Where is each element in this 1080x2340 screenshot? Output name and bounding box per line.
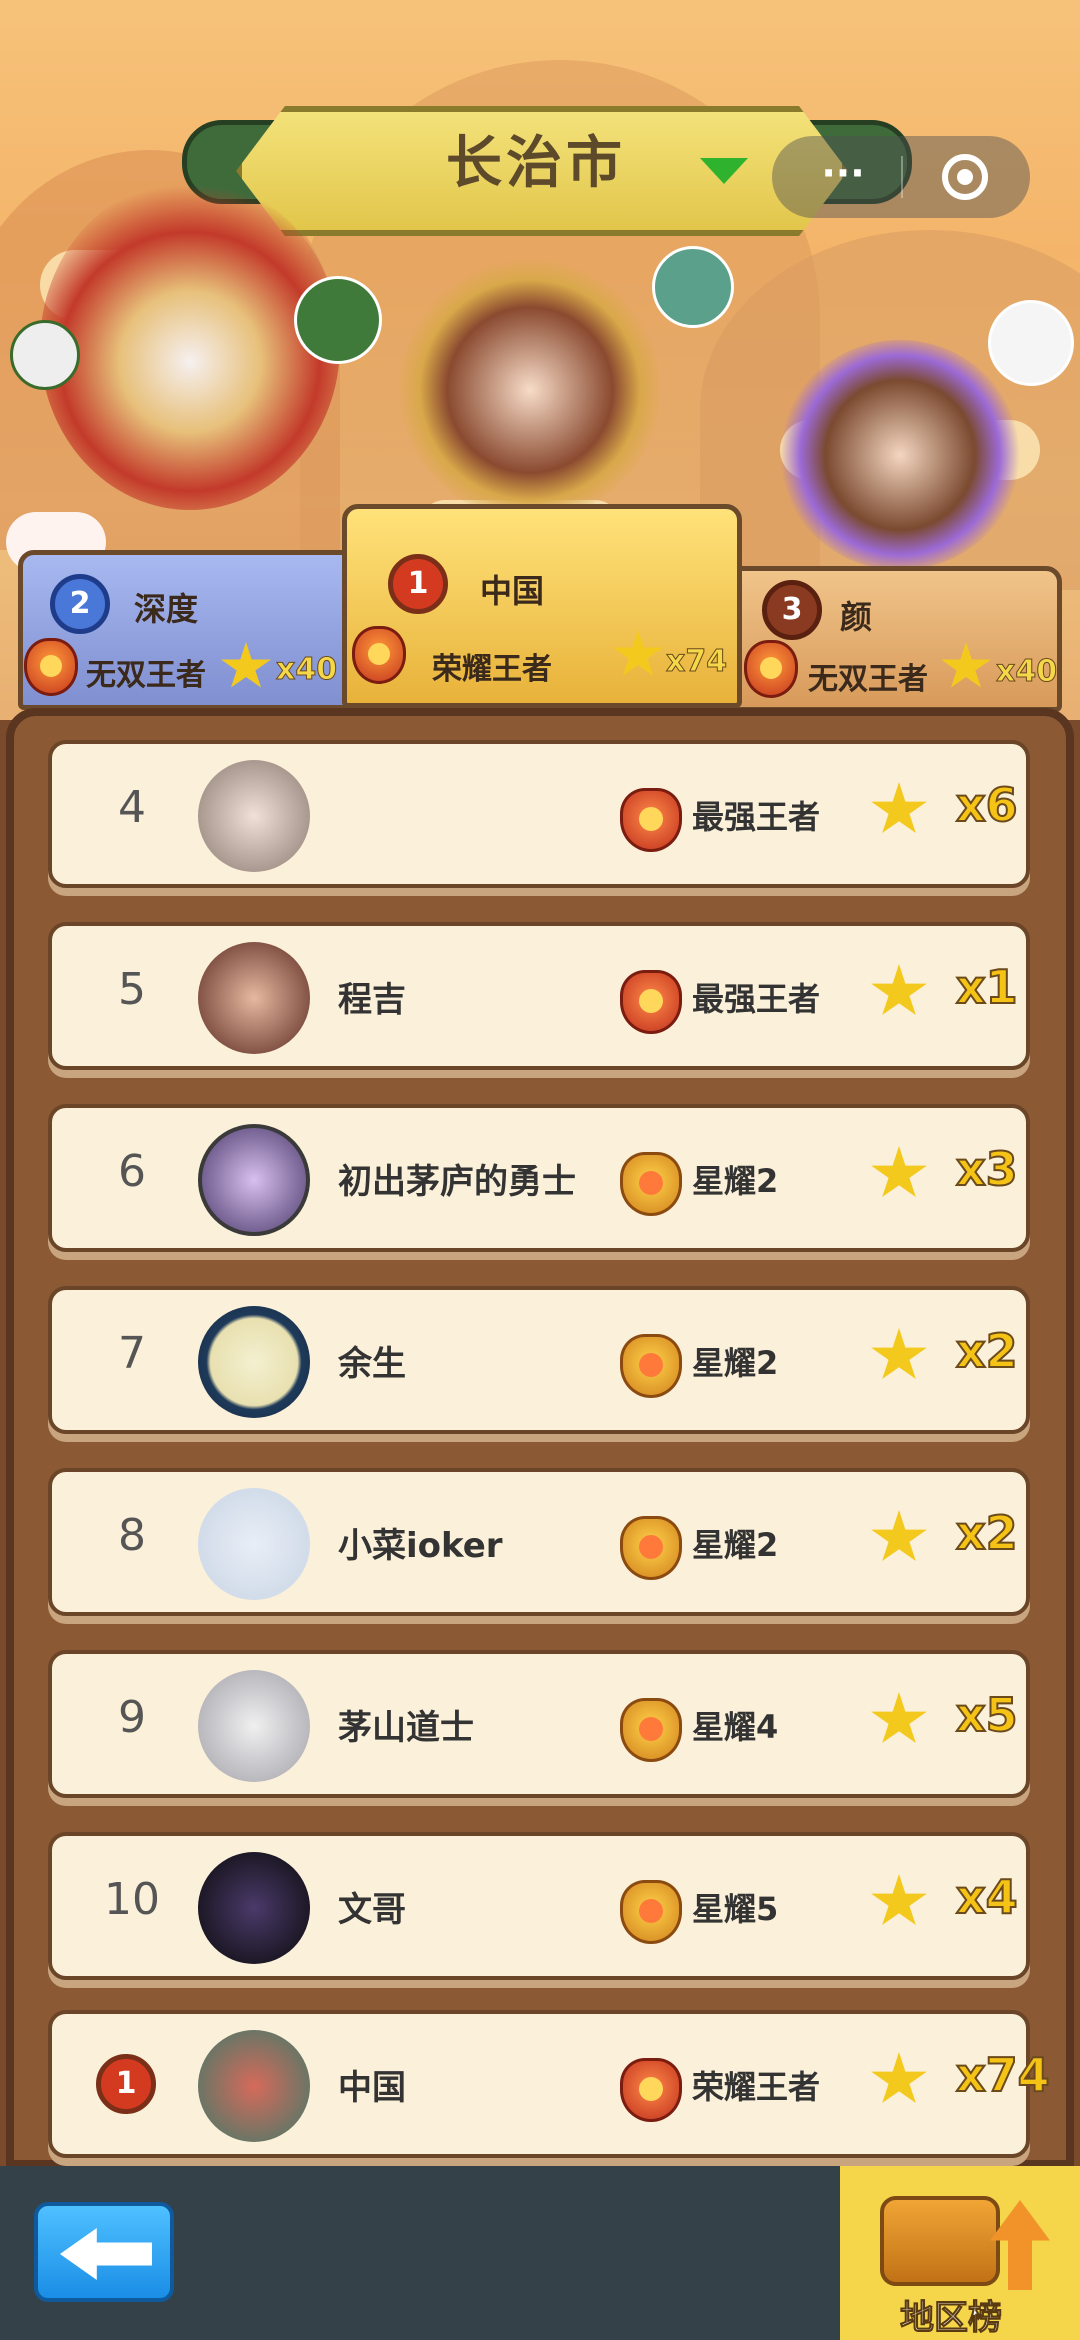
avatar: [198, 1124, 310, 1236]
rank-number: 7: [118, 1328, 146, 1379]
tier-label: 最强王者: [692, 798, 821, 836]
rank-badge-icon: [620, 2058, 682, 2122]
tier-label: 星耀4: [692, 1708, 779, 1746]
avatar: [198, 942, 310, 1054]
rank-badge-icon: [620, 788, 682, 852]
rank-badge-icon: [620, 1152, 682, 1216]
rank-badge-icon: [24, 638, 78, 696]
region-leaderboard-label: 地区榜: [900, 2298, 1003, 2339]
rank-row[interactable]: 8 小菜ioker 星耀2 x2: [48, 1468, 1030, 1616]
star-count: x1: [955, 959, 1019, 1015]
rank-number: 9: [118, 1692, 146, 1743]
player-name: 中国: [338, 2068, 406, 2108]
avatar: [198, 1306, 310, 1418]
star-icon: [871, 1874, 927, 1925]
rank-number: 5: [118, 964, 146, 1015]
star-icon: [871, 782, 927, 833]
podium-2-count: x40: [275, 652, 338, 688]
panda-icon: [10, 320, 80, 390]
star-count: x6: [955, 777, 1019, 833]
star-icon: [871, 1692, 927, 1743]
podium-1-count: x74: [665, 644, 728, 680]
podium-2-name: 深度: [134, 590, 199, 628]
podium-2-tier: 无双王者: [86, 658, 206, 693]
star-icon: [871, 1510, 927, 1561]
hero-rank-2: [40, 180, 340, 510]
hero-rank-3: [780, 340, 1020, 570]
my-rank-row[interactable]: 1 中国 荣耀王者 x74: [48, 2010, 1051, 2158]
player-name: 文哥: [338, 1890, 406, 1930]
rank-badge-icon: [744, 640, 798, 698]
rank-1-medal: 1: [96, 2054, 156, 2114]
tier-label: 星耀2: [692, 1162, 779, 1200]
rank-number: 8: [118, 1510, 146, 1561]
back-button[interactable]: [34, 2202, 174, 2302]
rank-number: 6: [118, 1146, 146, 1197]
tier-label: 星耀5: [692, 1890, 779, 1928]
avatar: [198, 760, 310, 872]
rank-row[interactable]: 5 程吉 最强王者 x1: [48, 922, 1030, 1070]
avatar: [198, 1488, 310, 1600]
hero-rank-1: [400, 260, 660, 520]
avatar: [198, 1852, 310, 1964]
player-name: 余生: [338, 1344, 406, 1384]
star-icon: [871, 964, 927, 1015]
miniprogram-capsule: ···: [772, 136, 1030, 218]
avatar: [198, 2030, 310, 2142]
rank-badge-icon: [620, 1698, 682, 1762]
avatar-rank-1[interactable]: [652, 246, 734, 328]
tier-label: 荣耀王者: [692, 2068, 821, 2106]
star-icon: [871, 1328, 927, 1379]
player-name: 程吉: [338, 980, 406, 1020]
rank-number: 4: [118, 782, 146, 833]
player-name: 初出茅庐的勇士: [338, 1162, 576, 1202]
tier-label: 星耀2: [692, 1526, 779, 1564]
podium-3-count: x40: [995, 654, 1058, 690]
rank-row[interactable]: 7 余生 星耀2 x2: [48, 1286, 1030, 1434]
star-count: x2: [955, 1505, 1019, 1561]
rank-number: 10: [104, 1874, 160, 1925]
region-leaderboard-button[interactable]: 地区榜: [840, 2166, 1080, 2340]
close-miniprogram-icon[interactable]: [942, 154, 988, 200]
star-count: x2: [955, 1323, 1019, 1379]
tier-label: 最强王者: [692, 980, 821, 1018]
dropdown-arrow-icon[interactable]: [700, 158, 748, 184]
podium-3-tier: 无双王者: [808, 662, 928, 697]
podium-3-name: 颜: [840, 598, 873, 636]
star-count: x3: [955, 1141, 1019, 1197]
star-count: x4: [955, 1869, 1019, 1925]
rank-row[interactable]: 6 初出茅庐的勇士 星耀2 x3: [48, 1104, 1030, 1252]
avatar: [198, 1670, 310, 1782]
player-name: 小菜ioker: [338, 1526, 503, 1566]
rank-badge-icon: [620, 1334, 682, 1398]
rank-3-medal: 3: [762, 580, 822, 640]
rank-row[interactable]: 9 茅山道士 星耀4 x5: [48, 1650, 1030, 1798]
rank-2-medal: 2: [50, 574, 110, 634]
capsule-divider: [901, 156, 903, 198]
star-icon: [871, 2052, 927, 2103]
star-icon: [871, 1146, 927, 1197]
more-icon[interactable]: ···: [808, 154, 878, 200]
bottom-bar: 地区榜: [0, 2166, 1080, 2340]
avatar-rank-3[interactable]: [988, 300, 1074, 386]
rank-row[interactable]: 10 文哥 星耀5 x4: [48, 1832, 1030, 1980]
tier-label: 星耀2: [692, 1344, 779, 1382]
star-count: x5: [955, 1687, 1019, 1743]
rank-row[interactable]: 4 最强王者 x6: [48, 740, 1030, 888]
podium-1-name: 中国: [480, 572, 545, 610]
rank-badge-icon: [620, 970, 682, 1034]
rank-badge-icon: [620, 1880, 682, 1944]
star-count: x74: [955, 2047, 1051, 2103]
rank-badge-icon: [620, 1516, 682, 1580]
podium-1-tier: 荣耀王者: [432, 652, 552, 687]
treasure-chest-icon: [880, 2196, 1000, 2286]
rank-1-medal: 1: [388, 554, 448, 614]
rank-badge-icon: [352, 626, 406, 684]
back-arrow-icon: [60, 2228, 152, 2280]
avatar-rank-2[interactable]: [294, 276, 382, 364]
player-name: 茅山道士: [338, 1708, 474, 1748]
